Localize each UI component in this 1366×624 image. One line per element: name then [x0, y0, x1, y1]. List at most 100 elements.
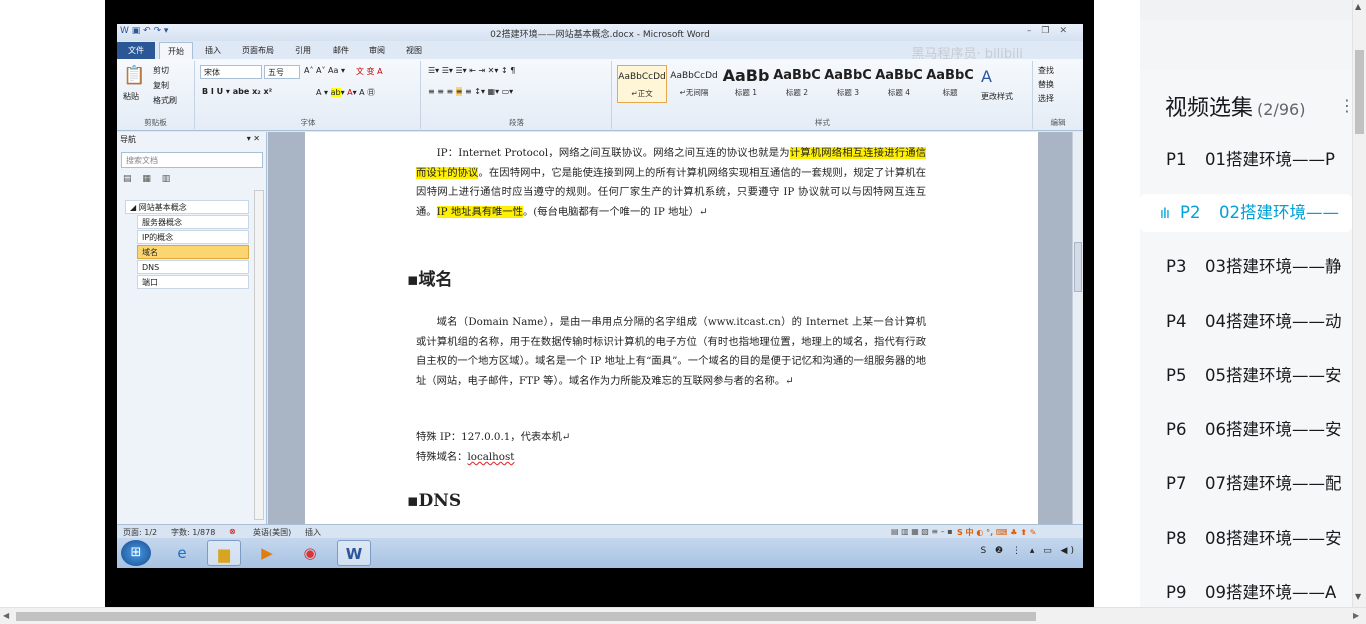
nav-node-root[interactable]: ◢ 网站基本概念: [125, 200, 249, 214]
playlist-item-p2[interactable]: ıIı P2 02搭建环境——: [1140, 194, 1352, 232]
scroll-left-icon[interactable]: ◀: [3, 611, 9, 620]
style-normal[interactable]: AaBbCcDd ↵正文: [617, 65, 667, 103]
playlist-item-p8[interactable]: P8 08搭建环境——安: [1140, 520, 1352, 558]
proofing-icon[interactable]: ⊗: [229, 527, 236, 536]
replace-button[interactable]: 替换: [1038, 79, 1054, 90]
ribbon-tabs: 文件 开始 插入 页面布局 引用 邮件 审阅 视图 黑马程序员· bilibil…: [117, 41, 1083, 62]
playlist-item-p5[interactable]: P5 05搭建环境——安: [1140, 357, 1352, 395]
playlist-item-p7[interactable]: P7 07搭建环境——配: [1140, 465, 1352, 503]
playlist-panel: 视频选集 (2/96) ⋮ P1 01搭建环境——P ıIı P2 02搭建环境—— P…: [1140, 0, 1366, 607]
text-format-icons[interactable]: B I U ▾ abe x₂ x²: [202, 87, 272, 96]
status-page[interactable]: 页面: 1/2: [123, 527, 157, 538]
font-size-select[interactable]: 五号: [264, 65, 300, 79]
system-tray-icons[interactable]: S ❷ ⋮ ▴ ▭ ◀): [980, 546, 1077, 556]
nav-node-server[interactable]: 服务器概念: [137, 215, 249, 229]
style-heading-2[interactable]: AaBbC 标题 2: [772, 65, 822, 103]
highlight-icon[interactable]: A ▾ ab▾ A▾ A ㊐: [316, 87, 375, 98]
word-taskbar-icon[interactable]: W: [337, 540, 371, 566]
status-bar: 页面: 1/2 字数: 1/878 ⊗ 英语(美国) 插入 ▤ ▥ ▦ ▧ ≡ …: [117, 524, 1083, 538]
align-icons[interactable]: ≡ ≡ ≡ ≡ ≡ ↕▾ ▦▾ ▭▾: [428, 87, 513, 96]
select-button[interactable]: 选择: [1038, 93, 1054, 104]
editing-label: 编辑: [1050, 118, 1066, 127]
chrome-icon[interactable]: ◉: [293, 540, 327, 566]
tab-home[interactable]: 开始: [159, 42, 193, 59]
status-language[interactable]: 英语(美国): [253, 527, 291, 538]
font-grow-icon[interactable]: A˄ A˅ Aa ▾: [304, 66, 345, 75]
copy-button[interactable]: 复制: [153, 80, 169, 91]
style-title[interactable]: AaBbC 标题: [925, 65, 975, 103]
nav-node-port[interactable]: 端口: [137, 275, 249, 289]
font-name-select[interactable]: 宋体: [200, 65, 262, 79]
nav-view-tabs-icon[interactable]: ▤ ▦ ▥: [123, 174, 174, 184]
document-page[interactable]: IP：Internet Protocol，网络之间互联协议。网络之间互连的协议也…: [305, 132, 1038, 524]
change-styles-icon[interactable]: A: [981, 67, 992, 86]
playlist-item-p3[interactable]: P3 03搭建环境——静: [1140, 248, 1352, 286]
page-vertical-scrollbar[interactable]: ▲ ▼: [1352, 0, 1366, 607]
tab-references[interactable]: 引用: [295, 45, 311, 56]
horizontal-scroll-thumb[interactable]: [16, 612, 1036, 621]
tab-file[interactable]: 文件: [117, 42, 155, 59]
playlist-item-p4[interactable]: P4 04搭建环境——动: [1140, 303, 1352, 341]
tab-layout[interactable]: 页面布局: [242, 45, 274, 56]
style-heading-4[interactable]: AaBbC 标题 4: [874, 65, 924, 103]
format-painter-button[interactable]: 格式刷: [153, 95, 177, 106]
list-icons[interactable]: ☰▾ ☰▾ ☰▾ ⇤ ⇥ ✕▾ ↕ ¶: [428, 66, 515, 75]
special-domain-line: 特殊域名：localhost: [416, 451, 515, 463]
ribbon: 📋 粘贴 剪切 复制 格式刷 剪贴板 宋体 五号 A˄ A˅ Aa ▾ 文 变 …: [117, 59, 1083, 131]
word-window-frame: W ▣ ↶ ↷ ▾ 02搭建环境——网站基本概念.docx - Microsof…: [117, 24, 1083, 568]
tab-insert[interactable]: 插入: [205, 45, 221, 56]
font-group: 宋体 五号 A˄ A˅ Aa ▾ 文 变 A B I U ▾ abe x₂ x²…: [196, 61, 421, 129]
clipboard-label: 剪贴板: [144, 118, 167, 127]
tab-mailings[interactable]: 邮件: [333, 45, 349, 56]
nav-node-dns[interactable]: DNS: [137, 260, 249, 274]
special-ip-line: 特殊 IP：127.0.0.1，代表本机↵: [416, 431, 571, 443]
playlist-item-p1[interactable]: P1 01搭建环境——P: [1140, 141, 1352, 179]
paste-icon[interactable]: 📋: [123, 65, 145, 86]
tab-review[interactable]: 审阅: [369, 45, 385, 56]
status-words[interactable]: 字数: 1/878: [171, 527, 215, 538]
nav-header: 导航: [120, 135, 136, 144]
window-controls-icon: –❐✕: [1026, 26, 1077, 36]
scroll-down-icon[interactable]: ▼: [1355, 592, 1361, 601]
paragraph-group: ☰▾ ☰▾ ☰▾ ⇤ ⇥ ✕▾ ↕ ¶ ≡ ≡ ≡ ≡ ≡ ↕▾ ▦▾ ▭▾ 段…: [422, 61, 612, 129]
style-heading-1[interactable]: AaBb 标题 1: [721, 65, 771, 103]
paste-button[interactable]: 粘贴: [123, 91, 139, 102]
playing-bars-icon: ıIı: [1160, 206, 1170, 222]
scroll-up-icon[interactable]: ▲: [1355, 2, 1361, 11]
playlist-item-p6[interactable]: P6 06搭建环境——安: [1140, 411, 1352, 449]
change-styles-button[interactable]: 更改样式: [981, 91, 1013, 102]
document-scroll-thumb[interactable]: [1074, 242, 1082, 292]
start-button-icon[interactable]: ⊞: [121, 540, 151, 566]
heading-dns: ▪DNS: [407, 491, 462, 511]
styles-group: AaBbCcDd ↵正文 AaBbCcDd ↵无间隔 AaBb 标题 1 AaBbC 标…: [613, 61, 1033, 129]
media-player-icon[interactable]: ▶: [250, 540, 284, 566]
paragraph-label: 段落: [509, 118, 524, 127]
ie-icon[interactable]: e: [165, 540, 199, 566]
tab-view[interactable]: 视图: [406, 45, 422, 56]
nav-search-input[interactable]: 搜索文档: [121, 152, 263, 168]
nav-node-ip[interactable]: IP的概念: [137, 230, 249, 244]
document-scrollbar[interactable]: [1072, 132, 1083, 524]
scroll-right-icon[interactable]: ▶: [1353, 611, 1359, 620]
mid-gutter: [1094, 0, 1140, 607]
status-mode[interactable]: 插入: [305, 527, 321, 538]
video-player[interactable]: W ▣ ↶ ↷ ▾ 02搭建环境——网站基本概念.docx - Microsof…: [105, 0, 1094, 607]
vertical-scroll-thumb[interactable]: [1355, 50, 1364, 134]
find-button[interactable]: 查找: [1038, 65, 1054, 76]
cut-button[interactable]: 剪切: [153, 65, 169, 76]
phonetic-icon[interactable]: 文 变 A: [356, 66, 383, 77]
editing-group: 查找 替换 选择 编辑: [1034, 61, 1082, 129]
view-mode-icons[interactable]: ▤ ▥ ▦ ▧ ≡ – ▪: [891, 527, 953, 536]
page-horizontal-scrollbar[interactable]: ◀ ▶: [0, 607, 1366, 624]
ime-toolbar-icon[interactable]: S 中 ◐ °, ⌨ ♣ ⬆ ✎: [957, 527, 1036, 538]
style-heading-3[interactable]: AaBbC 标题 3: [823, 65, 873, 103]
explorer-icon[interactable]: ▆: [207, 540, 241, 566]
nav-node-domain[interactable]: 域名: [137, 245, 249, 259]
word-title-bar: W ▣ ↶ ↷ ▾ 02搭建环境——网站基本概念.docx - Microsof…: [117, 24, 1083, 41]
nav-scrollbar[interactable]: [254, 190, 264, 520]
ip-paragraph: IP：Internet Protocol，网络之间互联协议。网络之间互连的协议也…: [416, 147, 927, 218]
playlist-title: 视频选集 (2/96): [1165, 96, 1306, 121]
style-no-spacing[interactable]: AaBbCcDd ↵无间隔: [669, 65, 719, 103]
domain-paragraph: 域名（Domain Name），是由一串用点分隔的名字组成（www.itcast…: [416, 316, 926, 387]
close-icon[interactable]: ▾ ✕: [247, 134, 260, 143]
